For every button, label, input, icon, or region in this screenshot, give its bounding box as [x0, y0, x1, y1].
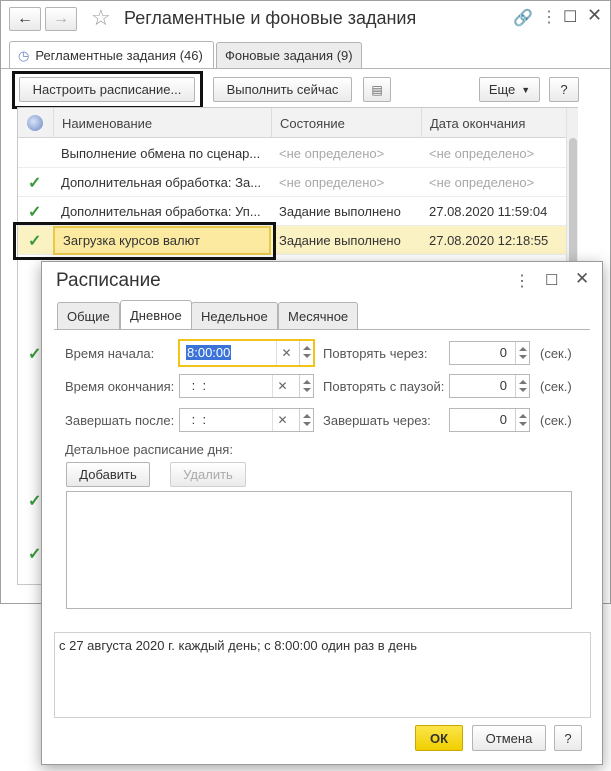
maximize-icon[interactable]: ☐ [545, 271, 558, 289]
start-time-label: Время начала: [65, 346, 155, 361]
help-button[interactable]: ? [554, 725, 582, 751]
back-arrow-icon: ← [17, 10, 33, 27]
add-button[interactable]: Добавить [66, 462, 150, 487]
unit-label: (сек.) [540, 346, 572, 361]
configure-schedule-button[interactable]: Настроить расписание... [19, 77, 195, 102]
run-now-button[interactable]: Выполнить сейчас [213, 77, 352, 102]
highlight-frame [13, 222, 276, 260]
more-menu-button[interactable]: Еще ▼ [479, 77, 540, 102]
number-spinner[interactable] [515, 409, 529, 431]
clear-icon[interactable]: ✕ [272, 375, 292, 397]
tab-label: Регламентные задания (46) [35, 48, 203, 63]
time-spinner[interactable] [299, 341, 313, 365]
repeat-pause-value: 0 [499, 378, 507, 393]
finish-after-value: : : [188, 412, 210, 427]
cancel-button[interactable]: Отмена [472, 725, 546, 751]
number-spinner[interactable] [515, 375, 529, 397]
schedule-summary-text: с 27 августа 2020 г. каждый день; с 8:00… [59, 638, 418, 653]
more-vertical-icon[interactable]: ⋮ [541, 7, 557, 27]
time-spinner[interactable] [299, 409, 313, 431]
column-header-state[interactable]: Состояние [271, 108, 421, 138]
link-icon[interactable]: 🔗 [513, 8, 533, 28]
tab-divider [54, 329, 590, 330]
table-header: Наименование Состояние Дата окончания [18, 108, 566, 138]
forward-button[interactable]: → [45, 7, 77, 31]
maximize-icon[interactable]: ☐ [563, 7, 577, 27]
finish-in-label: Завершать через: [323, 413, 431, 428]
tab-general[interactable]: Общие [57, 302, 120, 329]
repeat-every-field[interactable]: 0 [449, 341, 530, 365]
column-header-end-date[interactable]: Дата окончания [421, 108, 566, 138]
row-name: Выполнение обмена по сценар... [61, 146, 261, 161]
clear-icon[interactable]: ✕ [272, 409, 292, 431]
delete-button[interactable]: Удалить [170, 462, 246, 487]
favorite-star-icon[interactable]: ☆ [91, 5, 111, 31]
finish-in-field[interactable]: 0 [449, 408, 530, 432]
detail-schedule-list[interactable] [66, 491, 572, 609]
more-label: Еще [488, 82, 516, 97]
tab-background-jobs[interactable]: Фоновые задания (9) [216, 42, 362, 68]
column-header-name[interactable]: Наименование [53, 108, 271, 138]
status-header-icon [27, 115, 43, 131]
check-icon: ✓ [28, 493, 42, 510]
row-date: 27.08.2020 11:59:04 [429, 204, 548, 219]
close-icon[interactable]: ✕ [587, 5, 602, 26]
ok-button[interactable]: ОК [415, 725, 463, 751]
row-state: <не определено> [279, 146, 385, 161]
job-log-button[interactable]: ▤ [363, 77, 391, 102]
end-time-label: Время окончания: [65, 379, 175, 394]
detail-schedule-label: Детальное расписание дня: [65, 442, 233, 457]
close-icon[interactable]: ✕ [575, 269, 589, 289]
scrollbar-thumb[interactable] [569, 138, 577, 278]
row-name: Дополнительная обработка: За... [61, 175, 262, 190]
check-icon: ✓ [28, 346, 42, 363]
forward-arrow-icon: → [53, 10, 69, 27]
repeat-pause-label: Повторять с паузой: [323, 379, 445, 394]
repeat-pause-field[interactable]: 0 [449, 374, 530, 398]
clear-icon[interactable]: ✕ [276, 341, 296, 365]
check-icon: ✓ [28, 175, 42, 192]
row-date: <не определено> [429, 146, 535, 161]
more-vertical-icon[interactable]: ⋮ [514, 271, 530, 291]
row-date: 27.08.2020 12:18:55 [429, 233, 549, 248]
tab-divider [1, 68, 611, 69]
unit-label: (сек.) [540, 413, 572, 428]
row-date: <не определено> [429, 175, 535, 190]
start-time-field[interactable]: 8:00:00 ✕ [178, 339, 315, 367]
row-state: <не определено> [279, 175, 385, 190]
tab-daily[interactable]: Дневное [120, 300, 192, 329]
tab-scheduled-jobs[interactable]: ◷ Регламентные задания (46) [9, 41, 214, 69]
tab-weekly[interactable]: Недельное [191, 302, 278, 329]
row-state: Задание выполнено [279, 204, 401, 219]
repeat-every-label: Повторять через: [323, 346, 428, 361]
repeat-every-value: 0 [499, 345, 507, 360]
finish-after-label: Завершать после: [65, 413, 175, 428]
dialog-title: Расписание [56, 270, 161, 291]
schedule-dialog: Расписание ⋮ ☐ ✕ Общие Дневное Недельное… [41, 261, 603, 765]
help-button[interactable]: ? [549, 77, 579, 102]
tab-monthly[interactable]: Месячное [278, 302, 359, 329]
list-icon: ▤ [371, 82, 383, 97]
schedule-summary-box: с 27 августа 2020 г. каждый день; с 8:00… [54, 632, 591, 718]
table-row[interactable]: ✓ Дополнительная обработка: За... <не оп… [18, 168, 566, 197]
table-row[interactable]: Выполнение обмена по сценар... <не опред… [18, 139, 566, 168]
chevron-down-icon: ▼ [521, 84, 531, 95]
finish-in-value: 0 [499, 412, 507, 427]
check-icon: ✓ [28, 204, 42, 221]
start-time-value: 8:00:00 [186, 345, 232, 360]
window-title: Регламентные и фоновые задания [124, 8, 417, 28]
number-spinner[interactable] [515, 342, 529, 364]
back-button[interactable]: ← [9, 7, 41, 31]
end-time-value: : : [188, 378, 210, 393]
clock-icon: ◷ [18, 47, 30, 63]
end-time-field[interactable]: : : ✕ [179, 374, 314, 398]
row-state: Задание выполнено [279, 233, 401, 248]
finish-after-field[interactable]: : : ✕ [179, 408, 314, 432]
check-icon: ✓ [28, 546, 42, 563]
unit-label: (сек.) [540, 379, 572, 394]
time-spinner[interactable] [299, 375, 313, 397]
tab-label: Фоновые задания (9) [225, 48, 353, 63]
